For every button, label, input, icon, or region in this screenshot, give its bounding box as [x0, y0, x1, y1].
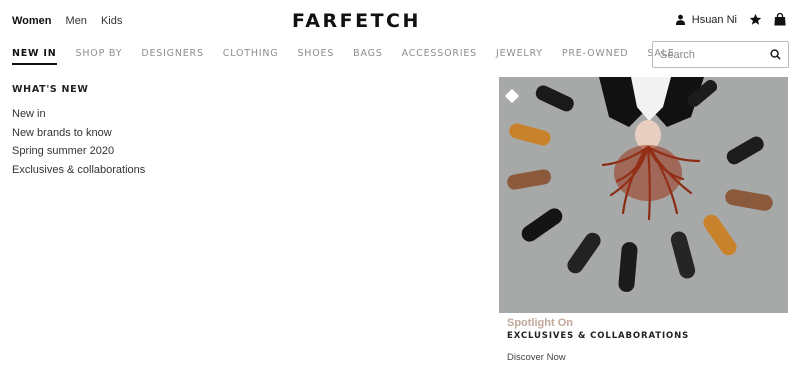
search-icon[interactable] [770, 49, 781, 60]
shopping-bag-icon[interactable] [774, 13, 786, 26]
search-box [652, 41, 789, 68]
nav-pre-owned[interactable]: PRE-OWNED [562, 48, 629, 65]
gender-tabs: Women Men Kids [12, 15, 122, 27]
nav-shoes[interactable]: SHOES [297, 48, 334, 65]
link-new-brands[interactable]: New brands to know [12, 124, 145, 143]
account-area: Hsuan Ni [675, 13, 786, 26]
nav-bags[interactable]: BAGS [353, 48, 382, 65]
tab-kids[interactable]: Kids [101, 15, 122, 27]
link-new-in[interactable]: New in [12, 105, 145, 124]
farfetch-logo[interactable]: FARFETCH [292, 10, 421, 32]
tab-men[interactable]: Men [66, 15, 87, 27]
nav-designers[interactable]: DESIGNERS [141, 48, 203, 65]
main-nav: NEW IN SHOP BY DESIGNERS CLOTHING SHOES … [12, 48, 675, 65]
whats-new-list: New in New brands to know Spring summer … [12, 105, 145, 179]
spotlight-title: EXCLUSIVES & COLLABORATIONS [507, 331, 690, 341]
spotlight-promo: Spotlight On EXCLUSIVES & COLLABORATIONS… [499, 77, 788, 363]
wishlist-star-icon[interactable] [749, 13, 762, 26]
user-icon [675, 14, 686, 25]
promo-photo-illustration [499, 77, 788, 313]
spotlight-image[interactable] [499, 77, 788, 313]
nav-accessories[interactable]: ACCESSORIES [402, 48, 477, 65]
link-spring-summer[interactable]: Spring summer 2020 [12, 142, 145, 161]
whats-new-heading: WHAT'S NEW [12, 84, 89, 95]
nav-jewelry[interactable]: JEWELRY [496, 48, 543, 65]
search-input[interactable] [660, 48, 770, 61]
discover-now-link[interactable]: Discover Now [499, 352, 788, 363]
nav-clothing[interactable]: CLOTHING [223, 48, 279, 65]
tab-women[interactable]: Women [12, 15, 52, 27]
spotlight-kicker: Spotlight On [507, 317, 573, 329]
link-exclusives[interactable]: Exclusives & collaborations [12, 161, 145, 180]
account-button[interactable]: Hsuan Ni [675, 14, 737, 26]
whats-new-section: WHAT'S NEW New in New brands to know Spr… [12, 84, 145, 179]
nav-new-in[interactable]: NEW IN [12, 48, 57, 65]
nav-shop-by[interactable]: SHOP BY [76, 48, 123, 65]
user-name: Hsuan Ni [691, 13, 737, 26]
